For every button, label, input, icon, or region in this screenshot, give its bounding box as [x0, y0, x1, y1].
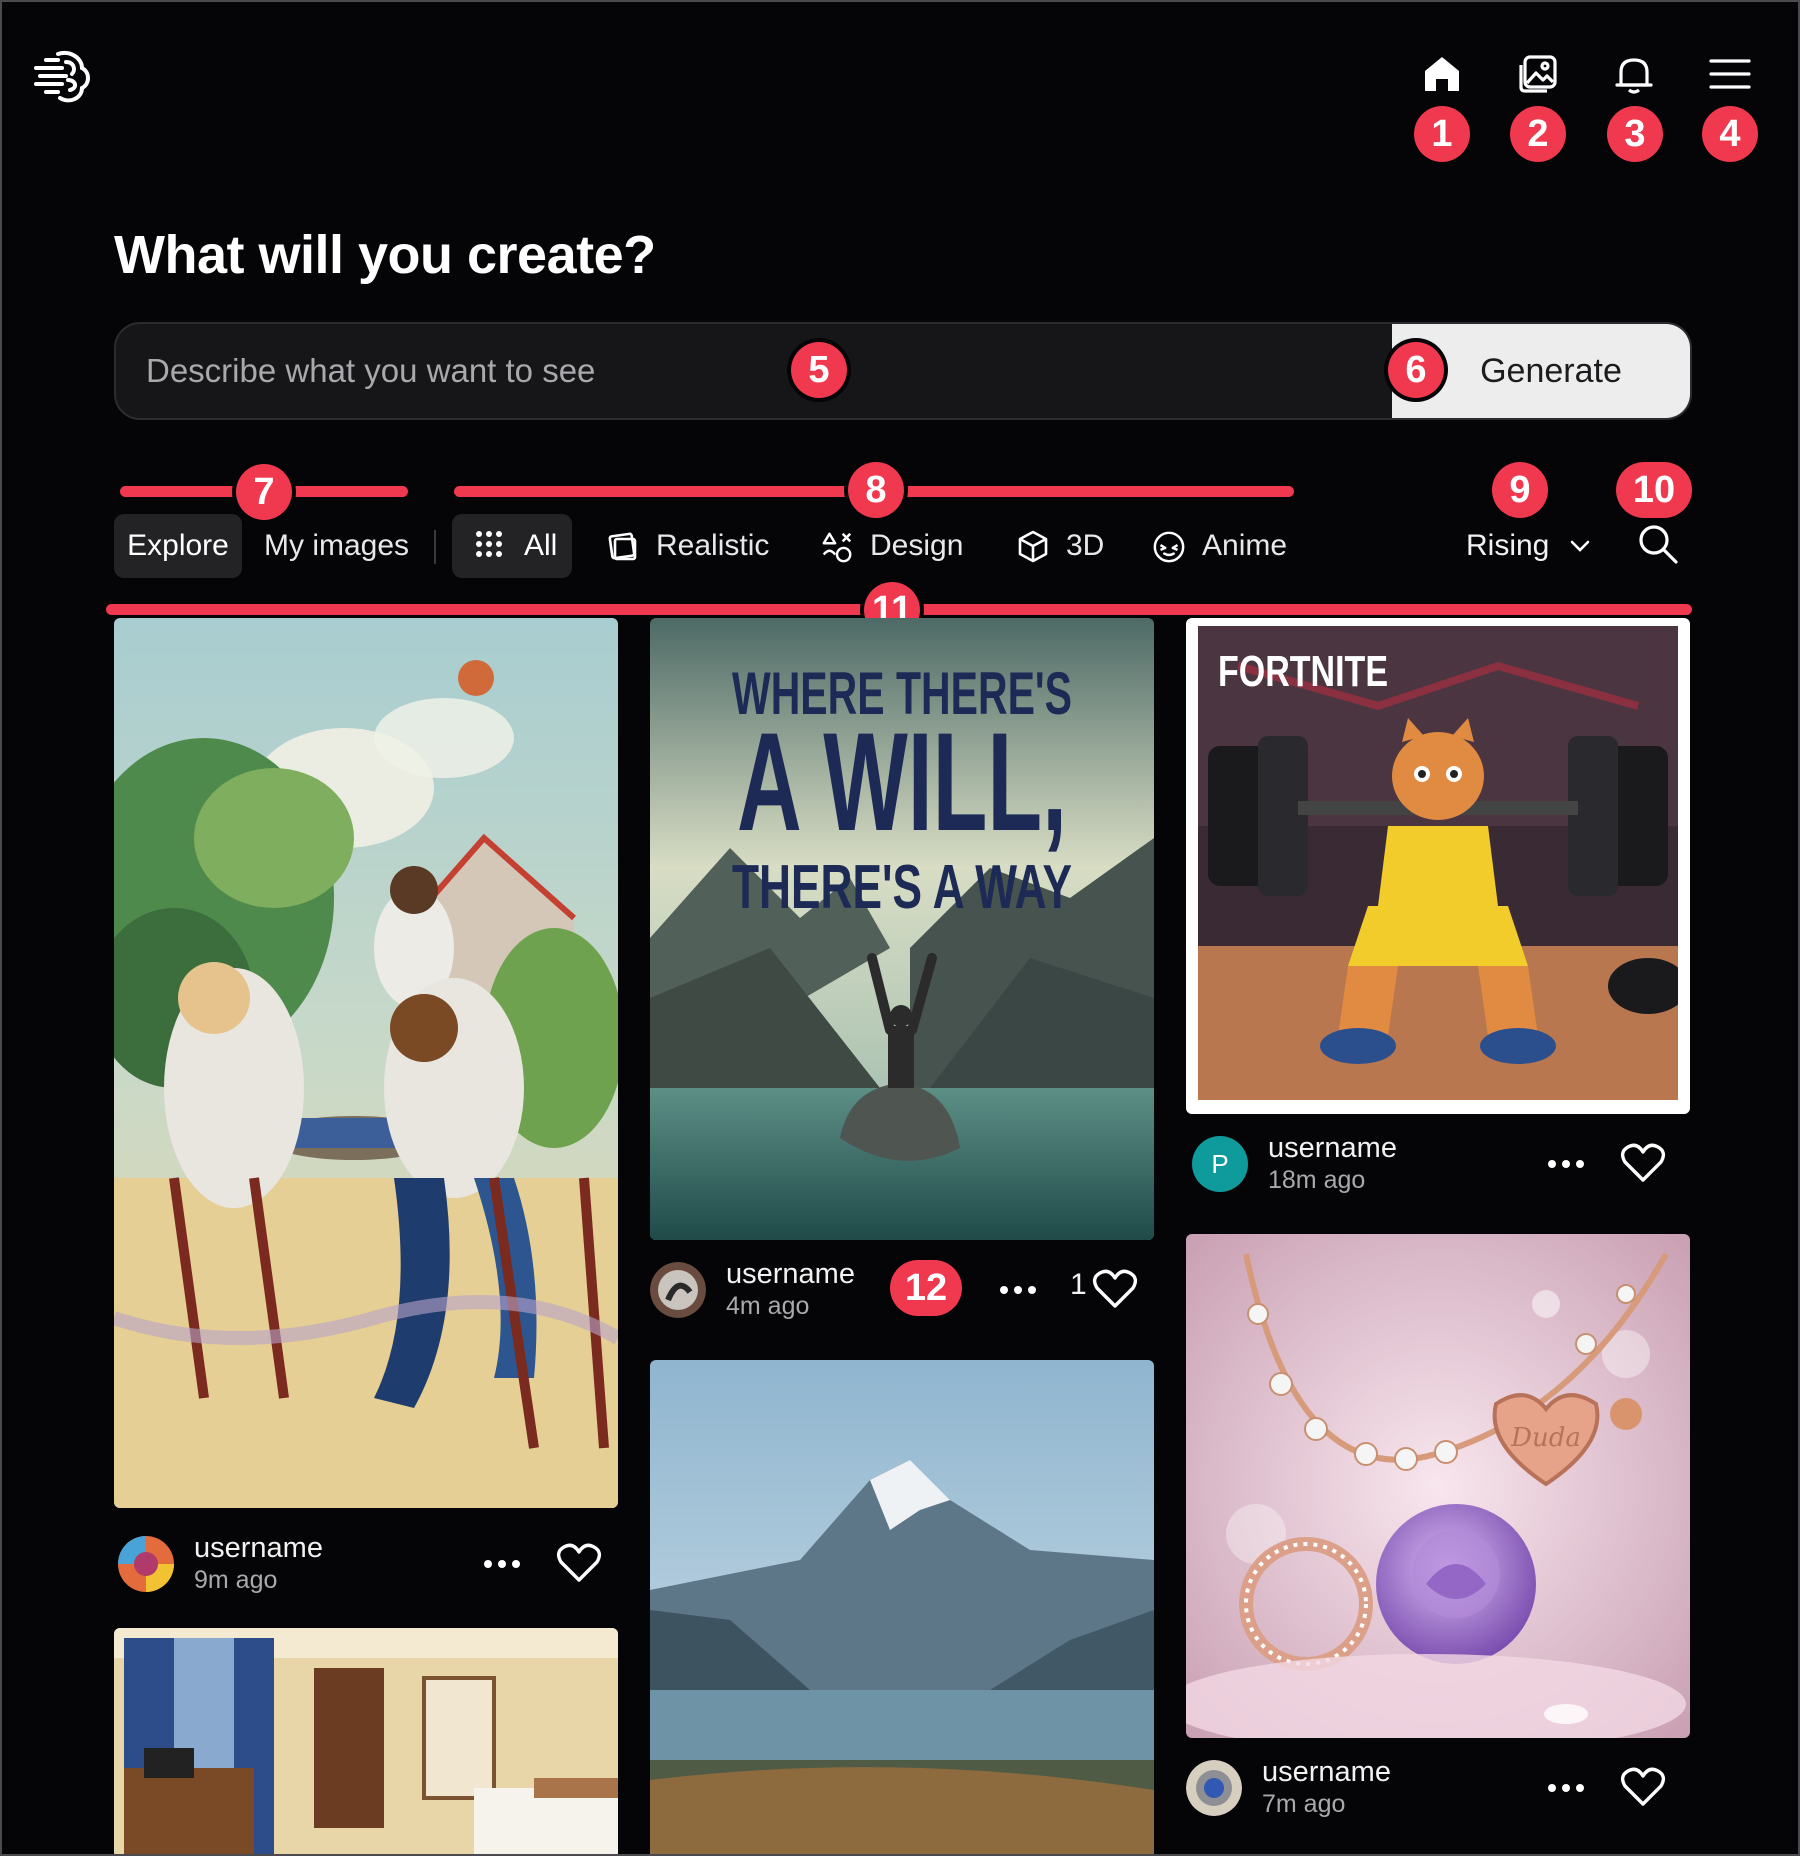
cube-icon	[1016, 529, 1050, 563]
avatar[interactable]	[650, 1262, 706, 1318]
heart-icon[interactable]	[1620, 1766, 1666, 1808]
tabs-divider	[434, 530, 436, 564]
username[interactable]: username	[1262, 1756, 1391, 1789]
post-time: 18m ago	[1268, 1166, 1366, 1194]
anime-face-icon	[1152, 529, 1186, 563]
chess-painting-image	[114, 618, 618, 1508]
username[interactable]: username	[726, 1258, 855, 1291]
card-meta-1: username 9m ago	[118, 1532, 618, 1602]
image-card-hotel-room[interactable]	[114, 1628, 618, 1854]
grid-icon	[474, 529, 508, 563]
avatar[interactable]	[1186, 1760, 1242, 1816]
username[interactable]: username	[1268, 1132, 1397, 1165]
avatar[interactable]: P	[1192, 1136, 1248, 1192]
chevron-down-icon	[1569, 539, 1591, 553]
prompt-bar: Generate	[114, 322, 1692, 420]
image-card-mountain[interactable]	[650, 1360, 1154, 1854]
search-button[interactable]	[1636, 522, 1684, 570]
menu-icon	[1709, 53, 1751, 95]
tab-my-images[interactable]: My images	[264, 514, 414, 578]
gallery-icon	[1517, 53, 1559, 95]
more-options-icon[interactable]	[480, 1550, 524, 1578]
filter-3d-label: 3D	[1066, 529, 1105, 562]
mountain-lake-image	[650, 1360, 1154, 1854]
brain-logo-icon[interactable]	[32, 46, 92, 106]
image-card-painting[interactable]	[114, 618, 618, 1508]
home-icon	[1421, 53, 1463, 95]
heart-engraving: Duda	[1510, 1423, 1581, 1453]
annotation-badge-6: 6	[1388, 342, 1444, 398]
annotation-badge-1: 1	[1414, 106, 1470, 162]
filter-realistic-label: Realistic	[656, 529, 770, 562]
motivational-poster-image: WHERE THERE'S A WILL, THERE'S A WAY	[650, 618, 1154, 1240]
filter-design[interactable]: Design	[820, 514, 963, 578]
home-button[interactable]	[1418, 50, 1466, 98]
image-card-poster[interactable]: WHERE THERE'S A WILL, THERE'S A WAY	[650, 618, 1154, 1240]
card-meta-4: username 7m ago	[1186, 1756, 1690, 1826]
heart-icon[interactable]	[1620, 1142, 1666, 1184]
photo-stack-icon	[606, 529, 640, 563]
image-card-necklace[interactable]: Duda	[1186, 1234, 1690, 1738]
image-card-cat[interactable]: FORTNITE	[1186, 618, 1690, 1114]
tab-explore[interactable]: Explore	[114, 514, 242, 578]
hotel-room-image	[114, 1628, 618, 1854]
card-meta-3: P username 18m ago	[1192, 1132, 1690, 1202]
username[interactable]: username	[194, 1532, 323, 1565]
menu-button[interactable]	[1706, 50, 1754, 98]
filter-3d[interactable]: 3D	[1016, 514, 1104, 578]
avatar[interactable]	[118, 1536, 174, 1592]
annotation-badge-3: 3	[1607, 106, 1663, 162]
post-time: 9m ago	[194, 1566, 278, 1594]
bell-icon	[1613, 53, 1655, 95]
annotation-badge-4: 4	[1702, 106, 1758, 162]
heart-icon[interactable]	[1092, 1268, 1138, 1310]
more-options-icon[interactable]	[1544, 1774, 1588, 1802]
annotation-badge-7: 7	[236, 464, 292, 520]
annotation-badge-10: 10	[1616, 462, 1692, 518]
post-time: 4m ago	[726, 1292, 810, 1320]
annotation-badge-2: 2	[1510, 106, 1566, 162]
prompt-input[interactable]	[116, 324, 1396, 418]
necklace-image: Duda	[1186, 1234, 1690, 1738]
annotation-badge-5: 5	[791, 342, 847, 398]
search-icon	[1636, 522, 1684, 566]
filter-anime-label: Anime	[1202, 529, 1288, 562]
more-options-icon[interactable]	[1544, 1150, 1588, 1178]
gallery-button[interactable]	[1514, 50, 1562, 98]
filter-anime[interactable]: Anime	[1152, 514, 1287, 578]
sort-label: Rising	[1466, 529, 1550, 562]
annotation-badge-12: 12	[890, 1260, 962, 1316]
cat-weightlifting-image: FORTNITE	[1198, 626, 1678, 1100]
like-count: 1	[1070, 1268, 1087, 1301]
more-options-icon[interactable]	[996, 1276, 1040, 1304]
filter-all-label: All	[524, 529, 558, 562]
notifications-button[interactable]	[1610, 50, 1658, 98]
app-window: 1 2 3 4 What will you create? Generate 5…	[0, 0, 1800, 1856]
heart-icon[interactable]	[556, 1542, 602, 1584]
annotation-badge-9: 9	[1492, 462, 1548, 518]
post-time: 7m ago	[1262, 1790, 1346, 1818]
filter-design-label: Design	[870, 529, 964, 562]
design-shapes-icon	[820, 529, 854, 563]
page-title: What will you create?	[114, 225, 656, 285]
sort-dropdown[interactable]: Rising	[1466, 514, 1591, 578]
annotation-badge-8: 8	[848, 462, 904, 518]
poster-line-3: THERE'S A WAY	[732, 853, 1072, 922]
filter-realistic[interactable]: Realistic	[606, 514, 769, 578]
filter-all[interactable]: All	[452, 514, 572, 578]
poster-line-2: A WILL,	[737, 703, 1067, 860]
fortnite-logo-text: FORTNITE	[1218, 647, 1388, 696]
